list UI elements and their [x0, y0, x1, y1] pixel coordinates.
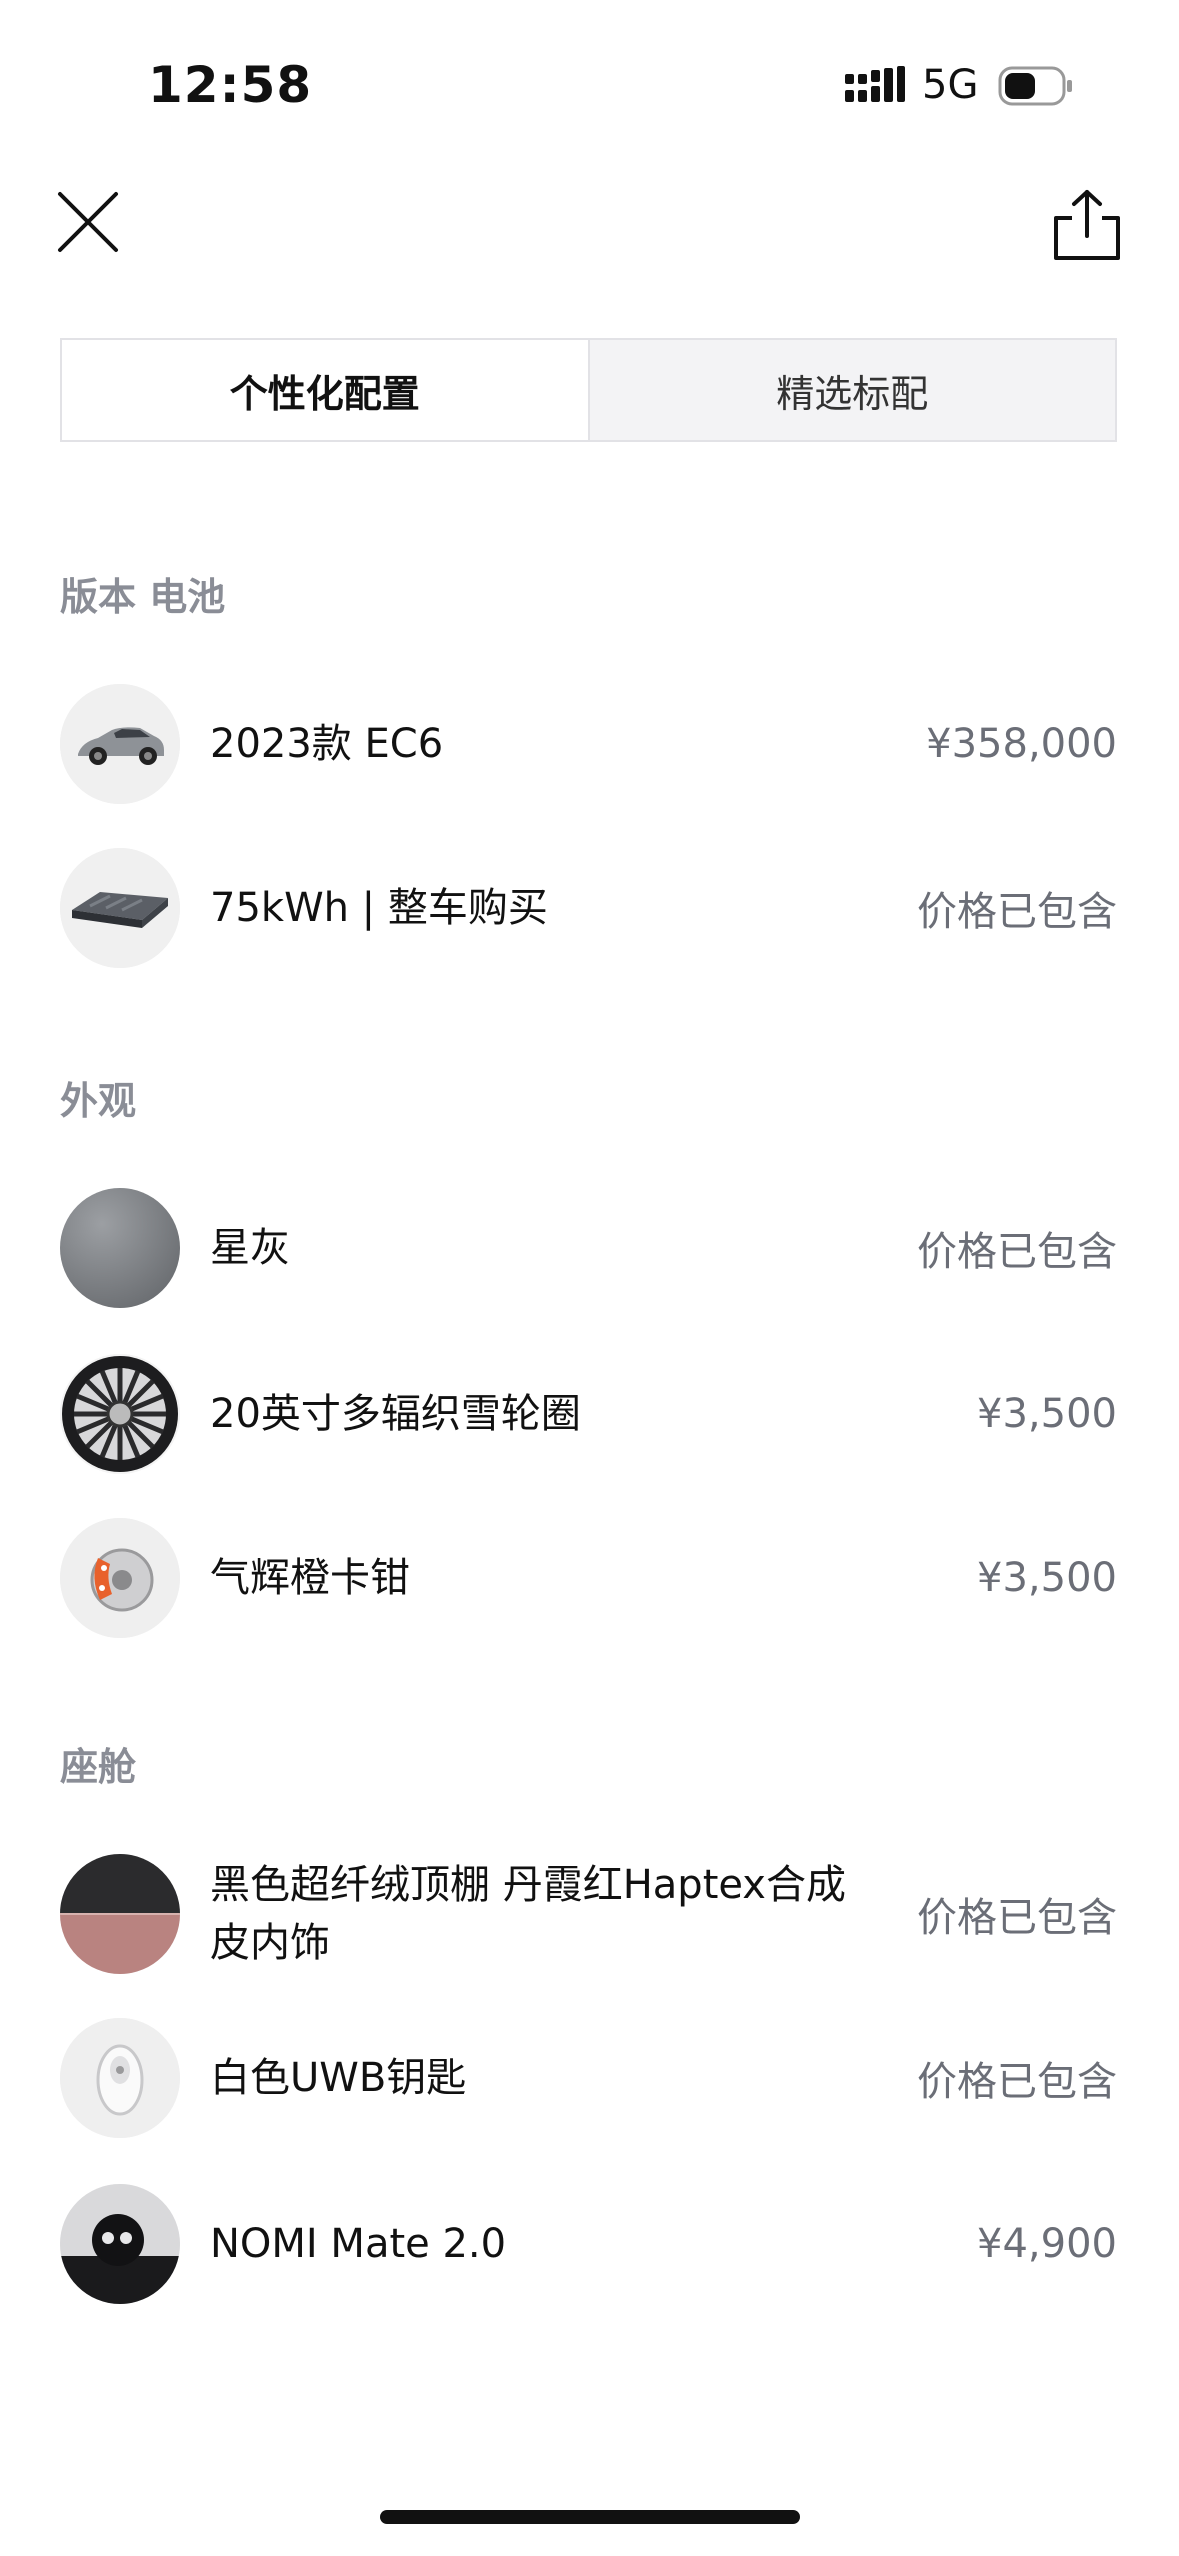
brake-caliper-icon	[60, 1518, 180, 1638]
wheel-icon	[60, 1354, 180, 1474]
item-price: ¥3,500	[977, 1555, 1117, 1601]
item-label: 白色UWB钥匙	[210, 2055, 467, 2101]
home-indicator[interactable]	[380, 2510, 800, 2524]
section-title-version-battery: 版本 电池	[60, 575, 226, 619]
item-price: 价格已包含	[917, 889, 1117, 935]
item-price: 价格已包含	[917, 1895, 1117, 1941]
share-icon[interactable]	[1052, 188, 1122, 262]
item-label: 20英寸多辐织雪轮圈	[210, 1391, 581, 1437]
car-key-icon	[60, 2018, 180, 2138]
list-item-color[interactable]: 星灰 价格已包含	[60, 1188, 1117, 1308]
item-label: 2023款 EC6	[210, 721, 444, 767]
close-icon[interactable]	[56, 190, 120, 254]
item-price: ¥358,000	[926, 721, 1117, 767]
tab-standard-config[interactable]: 精选标配	[587, 340, 1115, 440]
section-title-cabin: 座舱	[60, 1745, 137, 1789]
section-title-exterior: 外观	[60, 1079, 137, 1123]
list-item-wheels[interactable]: 20英寸多辐织雪轮圈 ¥3,500	[60, 1354, 1117, 1474]
status-bar: 12:58 5G	[0, 0, 1179, 150]
list-item-interior[interactable]: 黑色超纤绒顶棚 丹霞红Haptex合成皮内饰 价格已包含	[60, 1854, 1117, 1974]
list-item-battery[interactable]: 75kWh | 整车购买 价格已包含	[60, 848, 1117, 968]
item-price: 价格已包含	[917, 2059, 1117, 2105]
status-time: 12:58	[148, 56, 313, 114]
item-label: 星灰	[210, 1225, 290, 1271]
item-price: 价格已包含	[917, 1229, 1117, 1275]
config-tabs: 个性化配置 精选标配	[60, 338, 1117, 442]
item-label: 75kWh | 整车购买	[210, 885, 548, 931]
item-price: ¥3,500	[977, 1391, 1117, 1437]
network-type: 5G	[922, 62, 979, 108]
list-item-version[interactable]: 2023款 EC6 ¥358,000	[60, 684, 1117, 804]
signal-icon	[845, 66, 905, 102]
item-label: 气辉橙卡钳	[210, 1555, 410, 1601]
list-item-caliper[interactable]: 气辉橙卡钳 ¥3,500	[60, 1518, 1117, 1638]
tab-personalized-config[interactable]: 个性化配置	[62, 340, 588, 440]
item-label: NOMI Mate 2.0	[210, 2221, 507, 2267]
item-price: ¥4,900	[977, 2221, 1117, 2267]
nomi-robot-icon	[60, 2184, 180, 2304]
car-icon	[60, 684, 180, 804]
list-item-key[interactable]: 白色UWB钥匙 价格已包含	[60, 2018, 1117, 2138]
list-item-nomi[interactable]: NOMI Mate 2.0 ¥4,900	[60, 2184, 1117, 2304]
interior-swatch-icon	[60, 1854, 180, 1974]
battery-icon	[998, 66, 1072, 106]
battery-pack-icon	[60, 848, 180, 968]
gray-color-swatch-icon	[60, 1188, 180, 1308]
item-label: 黑色超纤绒顶棚 丹霞红Haptex合成皮内饰	[210, 1862, 846, 1966]
